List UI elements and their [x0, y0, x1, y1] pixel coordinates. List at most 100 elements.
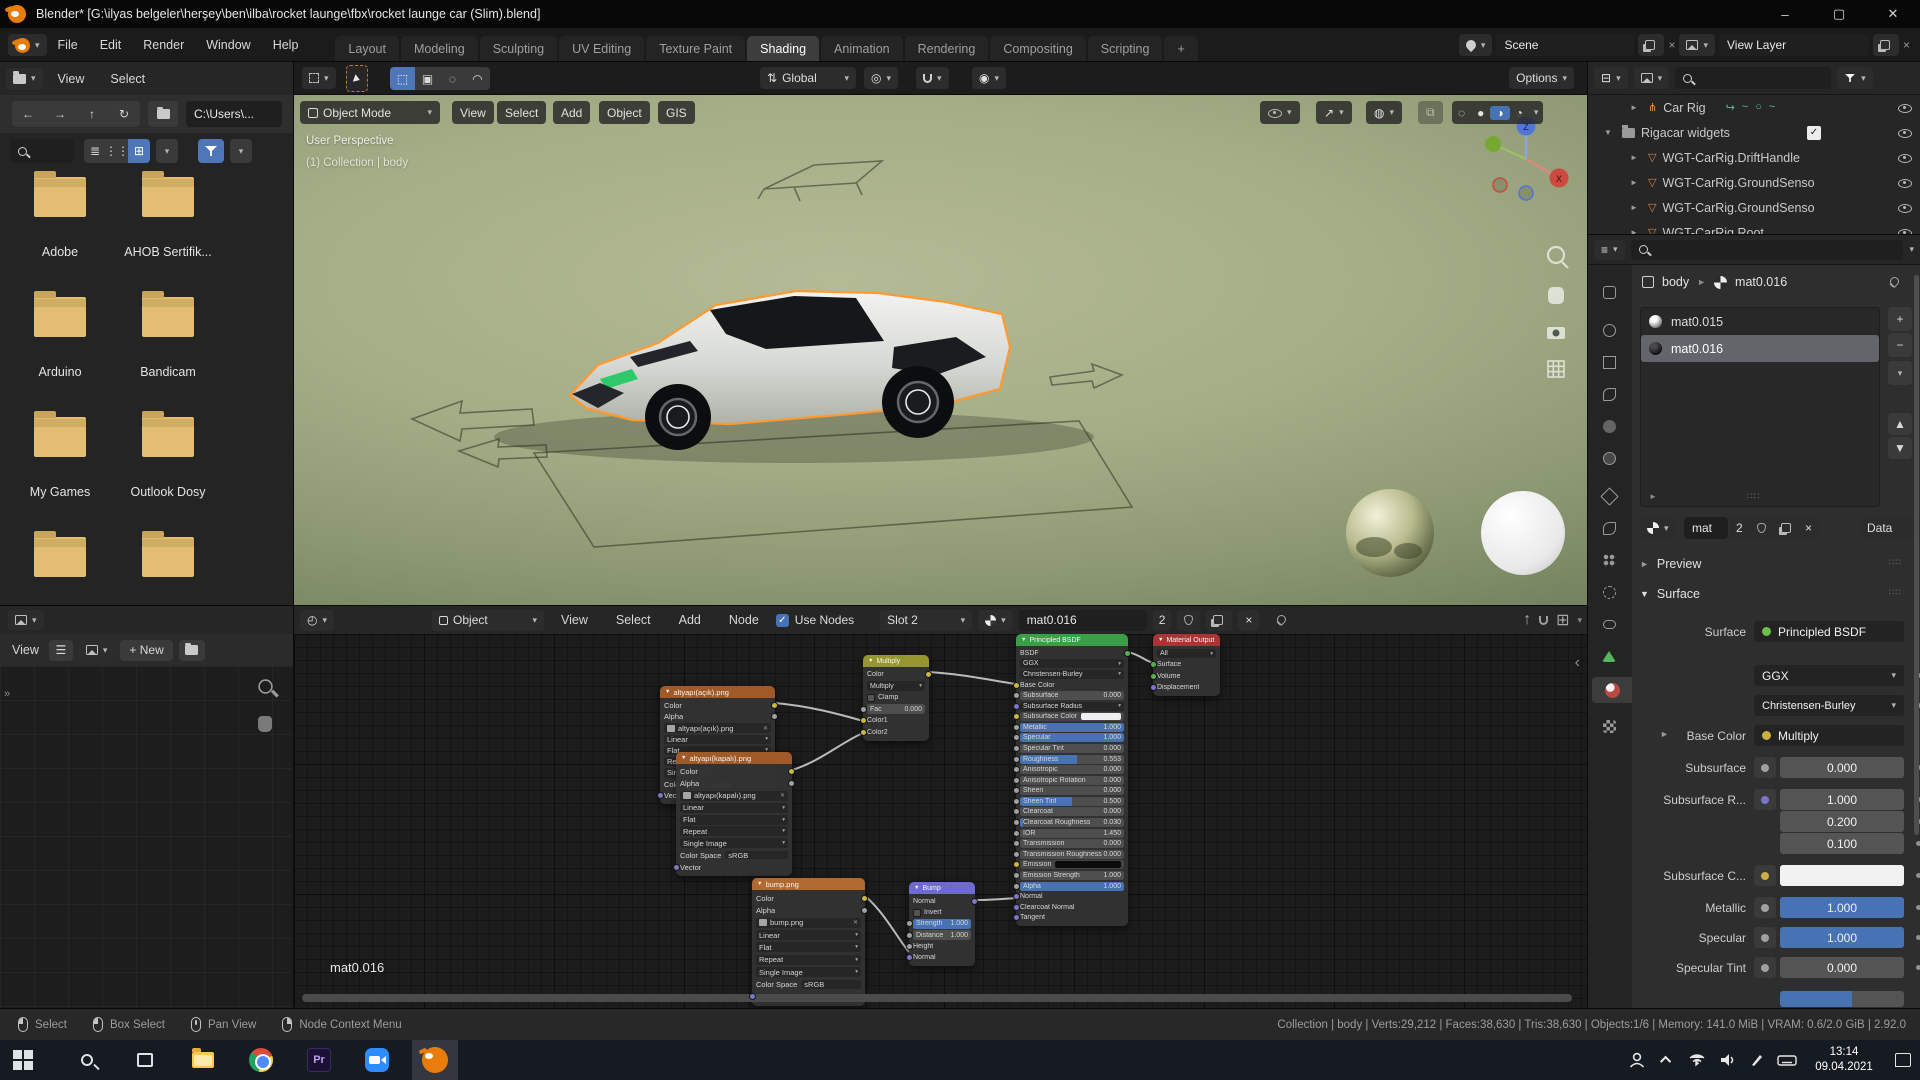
- node-socket[interactable]: [1013, 681, 1020, 689]
- outliner-row[interactable]: ▼ Rigacar widgets ✓: [1588, 120, 1920, 145]
- select-mode-box-button[interactable]: ▣: [415, 67, 440, 90]
- subsurface-radius-z[interactable]: 0.100: [1780, 833, 1904, 854]
- surface-shader-button[interactable]: Principled BSDF: [1754, 621, 1904, 642]
- specular-tint-slider[interactable]: 0.000: [1780, 957, 1904, 978]
- folder-tile[interactable]: Arduino: [14, 291, 106, 379]
- scene-selector-icon[interactable]: ▾: [1458, 34, 1493, 56]
- tab-output[interactable]: [1596, 349, 1622, 375]
- viewport-select-menu[interactable]: Select: [497, 101, 547, 124]
- node-row[interactable]: Base Color: [1013, 680, 1124, 691]
- node-socket[interactable]: [1013, 787, 1020, 795]
- node-row[interactable]: Color1: [860, 715, 925, 727]
- node-row[interactable]: Linear: [664, 734, 771, 745]
- specular-socket-button[interactable]: [1754, 927, 1776, 948]
- vertical-scrollbar[interactable]: [1914, 275, 1919, 835]
- workspace-tab[interactable]: Layout: [335, 36, 399, 62]
- node-row[interactable]: Vector: [673, 861, 788, 873]
- node-socket[interactable]: [1013, 882, 1020, 890]
- file-search-input[interactable]: [10, 139, 74, 163]
- horizontal-scrollbar[interactable]: [302, 994, 1572, 1002]
- node-row[interactable]: Single Image: [756, 966, 861, 978]
- node-row[interactable]: Subsurface Color: [1013, 711, 1124, 722]
- node-socket[interactable]: [1013, 914, 1020, 922]
- shader-view-menu[interactable]: View: [550, 610, 599, 631]
- node-row[interactable]: Flat: [680, 814, 788, 826]
- material-slot[interactable]: mat0.015: [1641, 308, 1879, 335]
- metallic-slider[interactable]: 1.000: [1780, 897, 1904, 918]
- scene-copy-button[interactable]: [1638, 34, 1665, 56]
- view-layer-field[interactable]: View Layer: [1718, 34, 1869, 56]
- fake-user-shield-button[interactable]: [1177, 609, 1201, 631]
- subsurface-method-dropdown[interactable]: Christensen-Burley ▾: [1754, 695, 1904, 716]
- use-nodes-toggle[interactable]: ✓ Use Nodes: [775, 613, 854, 627]
- node-socket[interactable]: [906, 920, 913, 928]
- slot-dropdown[interactable]: Slot 2 ▾: [880, 609, 973, 631]
- node-row[interactable]: Sheen Tint 0.500: [1013, 796, 1124, 807]
- node-row[interactable]: Single Image: [680, 837, 788, 849]
- forward-button[interactable]: →: [44, 101, 76, 127]
- workspace-tab[interactable]: +: [1164, 36, 1198, 62]
- viewport-add-menu[interactable]: Add: [553, 101, 591, 124]
- object-visibility-dropdown[interactable]: ▾: [1260, 101, 1300, 124]
- open-image-button[interactable]: [178, 639, 205, 661]
- node-socket[interactable]: [1013, 702, 1020, 710]
- node-row[interactable]: Transmission Roughness 0.000: [1013, 849, 1124, 860]
- node-row[interactable]: BSDF: [1020, 648, 1131, 659]
- menu-item[interactable]: Window: [195, 38, 261, 52]
- refresh-button[interactable]: ↻: [108, 101, 140, 127]
- premiere-icon[interactable]: Pr: [296, 1040, 342, 1080]
- node-socket[interactable]: [1013, 829, 1020, 837]
- node-row[interactable]: Color: [756, 892, 868, 904]
- file-explorer-icon[interactable]: [180, 1040, 226, 1080]
- tab-scene[interactable]: [1596, 413, 1622, 439]
- node-row[interactable]: Clearcoat Roughness 0.030: [1013, 817, 1124, 828]
- shading-options-dropdown[interactable]: ▾: [1529, 107, 1544, 118]
- menu-item[interactable]: Render: [132, 38, 195, 52]
- scene-unlink-icon[interactable]: ×: [1668, 38, 1675, 52]
- subsurface-slider[interactable]: 0.000: [1780, 757, 1904, 778]
- node-row[interactable]: Christensen-Burley: [1020, 669, 1124, 680]
- node-row[interactable]: Normal: [913, 896, 978, 907]
- pivot-point-dropdown[interactable]: ◎ ▾: [864, 67, 899, 89]
- node-socket[interactable]: [906, 931, 913, 939]
- slot-move-up-button[interactable]: ▲: [1888, 413, 1912, 435]
- folder-tile[interactable]: Adobe: [14, 171, 106, 259]
- specular-slider[interactable]: 1.000: [1780, 927, 1904, 948]
- app-menu-button[interactable]: ▾: [8, 34, 47, 56]
- file-browser-view-menu[interactable]: View: [47, 68, 96, 90]
- workspace-tab[interactable]: UV Editing: [559, 36, 645, 62]
- fake-user-shield-button[interactable]: [1750, 517, 1773, 539]
- add-slot-button[interactable]: +: [1888, 307, 1912, 331]
- node-header[interactable]: ▼ Bump: [909, 882, 975, 894]
- node-socket[interactable]: [1013, 755, 1020, 763]
- sidebar-collapse-icon[interactable]: ‹: [1575, 654, 1580, 672]
- navigation-gizmo[interactable]: Z X: [1485, 116, 1569, 201]
- node-row[interactable]: Flat: [756, 941, 861, 953]
- hide-eye-icon[interactable]: [1898, 201, 1912, 215]
- roughness-slider-clipped[interactable]: [1780, 991, 1904, 1007]
- node-row[interactable]: Clearcoat 0.000: [1013, 807, 1124, 818]
- properties-search-input[interactable]: [1630, 239, 1904, 260]
- shading-wireframe-button[interactable]: ◌: [1452, 106, 1471, 120]
- tab-view-layer[interactable]: [1596, 381, 1622, 407]
- tab-render[interactable]: [1596, 317, 1622, 343]
- breadcrumb-object[interactable]: body: [1662, 275, 1689, 289]
- task-view-button[interactable]: [122, 1040, 168, 1080]
- node-socket[interactable]: [1150, 661, 1157, 669]
- scene-field[interactable]: Scene: [1496, 34, 1635, 56]
- node-socket[interactable]: [1013, 840, 1020, 848]
- snap-icon[interactable]: [1539, 615, 1549, 625]
- node-socket[interactable]: [1124, 649, 1131, 657]
- slot-move-down-button[interactable]: ▼: [1888, 437, 1912, 459]
- properties-options-dropdown[interactable]: ▾: [1909, 244, 1914, 255]
- folder-tile[interactable]: My Games: [14, 411, 106, 499]
- node-row[interactable]: Metallic 1.000: [1013, 722, 1124, 733]
- node-socket[interactable]: [860, 705, 867, 713]
- node-header[interactable]: ▼ Material Output: [1153, 634, 1220, 646]
- workspace-tab[interactable]: Compositing: [990, 36, 1086, 62]
- hide-eye-icon[interactable]: [1898, 151, 1912, 165]
- display-size-dropdown[interactable]: ▾: [156, 139, 178, 163]
- outliner-search-input[interactable]: [1675, 67, 1832, 89]
- new-folder-button[interactable]: [148, 101, 178, 127]
- parent-node-tree-icon[interactable]: ↑: [1523, 611, 1531, 629]
